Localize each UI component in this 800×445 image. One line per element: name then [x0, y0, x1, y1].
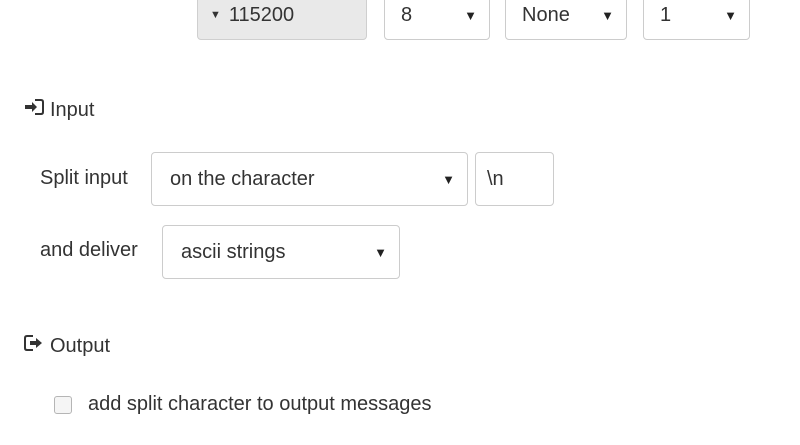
deliver-mode-value: ascii strings [181, 240, 286, 263]
sign-out-icon [24, 334, 50, 358]
add-split-char-label[interactable]: add split character to output messages [88, 393, 432, 416]
sign-in-icon [24, 98, 50, 122]
stop-bits-select[interactable]: 1 ▼ [643, 0, 750, 40]
split-input-label: Split input [40, 167, 128, 189]
data-bits-value: 8 [401, 3, 413, 26]
output-section-title: Output [50, 334, 111, 357]
output-section-header: Output [24, 333, 110, 359]
baud-rate-value: 115200 [228, 3, 295, 26]
caret-down-icon: ▼ [724, 7, 737, 23]
data-bits-select[interactable]: 8 ▼ [384, 0, 490, 40]
split-mode-value: on the character [170, 167, 315, 190]
deliver-mode-select[interactable]: ascii strings ▼ [162, 225, 400, 279]
caret-down-icon: ▼ [374, 244, 387, 260]
caret-down-icon: ▼ [442, 171, 455, 187]
parity-value: None [522, 3, 570, 26]
caret-down-icon: ▼ [601, 7, 614, 23]
split-mode-select[interactable]: on the character ▼ [151, 152, 468, 206]
parity-select[interactable]: None ▼ [505, 0, 627, 40]
caret-down-icon: ▼ [464, 7, 477, 23]
split-char-value: \n [487, 167, 504, 190]
input-section-title: Input [50, 98, 95, 121]
stop-bits-value: 1 [660, 3, 672, 26]
caret-down-icon: ▼ [210, 9, 221, 21]
deliver-label: and deliver [40, 239, 138, 261]
add-split-char-checkbox[interactable] [54, 396, 72, 414]
baud-rate-select[interactable]: ▼ 115200 [197, 0, 367, 40]
input-section-header: Input [24, 97, 94, 123]
split-char-input[interactable]: \n [475, 152, 554, 206]
